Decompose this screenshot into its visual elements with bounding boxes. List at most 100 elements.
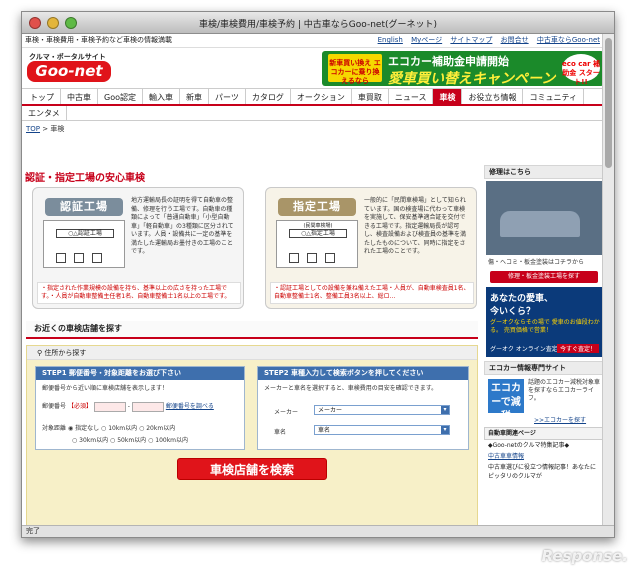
nav-catalog[interactable]: カタログ <box>246 89 291 104</box>
global-nav-row2: エンタメ <box>22 106 604 121</box>
chevron-down-icon: ▾ <box>441 426 449 434</box>
sidebar: 修理はこちら 傷・ヘコミ・板金塗装はコチラから 修理・板金塗装工場を探す あなた… <box>484 165 604 527</box>
nav-community[interactable]: コミュニティ <box>523 89 584 104</box>
required-mark: 【必須】 <box>67 403 92 410</box>
nav-import[interactable]: 輸入車 <box>143 89 180 104</box>
garage-subtitle: (民間車検場) <box>303 223 333 229</box>
nav-buyback[interactable]: 車買取 <box>352 89 389 104</box>
zip-label: 郵便番号 <box>42 403 67 410</box>
eco-tax-badge[interactable]: エコカーで減税 <box>488 379 524 422</box>
main-content: 認証・指定工場の安心車検 認証工場 ○△認証工場 地方運輸局長の証明を得て自動車… <box>22 165 482 527</box>
radio-label: 指定なし <box>75 425 100 432</box>
garage-door-icon <box>307 253 317 263</box>
link-sitemap[interactable]: サイトマップ <box>450 36 492 44</box>
garage-door-icon <box>325 253 335 263</box>
status-bar: 完了 <box>22 525 614 537</box>
repair-text: 傷・ヘコミ・板金塗装はコチラから <box>488 259 585 266</box>
radius-label: 対象距離 <box>42 425 67 432</box>
related-text: 中古車選びに役立つ情報記事！あなたにピッタリのクルマが <box>488 464 597 480</box>
vertical-scrollbar[interactable] <box>602 34 614 527</box>
breadcrumb-sep: > <box>42 125 49 133</box>
step2-panel: STEP2 車種入力して検索ボタンを押してください メーカーと車名を選択すると、… <box>257 366 469 450</box>
top-bar: 車検・車検費用・車検予約など車検の情報満載 English Myページ サイトマ… <box>22 34 604 48</box>
garage-illustration: (民間車検場) ○△指定工場 <box>276 220 358 268</box>
page-title: 認証・指定工場の安心車検 <box>25 173 145 184</box>
eco-link[interactable]: >>エコカーを探す <box>534 415 586 424</box>
radio-label: 100km以内 <box>155 437 189 444</box>
car-select-value: 車名 <box>318 427 331 434</box>
zip-lookup-link[interactable]: 郵便番号を調べる <box>166 403 214 410</box>
designated-garage-card: 指定工場 (民間車検場) ○△指定工場 一般的に「民間車検場」として知られていま… <box>265 187 477 309</box>
step1-title: STEP1 郵便番号・対象距離をお選び下さい <box>36 367 244 380</box>
nav-goo-certified[interactable]: Goo認定 <box>98 89 143 104</box>
search-header: ⚲ 住所から探す <box>27 346 477 360</box>
nav-useful-info[interactable]: お役立ち情報 <box>462 89 524 104</box>
nav-used-car[interactable]: 中古車 <box>61 89 98 104</box>
maker-label: メーカー <box>274 409 299 416</box>
zip-separator: - <box>127 403 130 410</box>
nav-news[interactable]: ニュース <box>389 89 434 104</box>
link-contact[interactable]: お問合せ <box>501 36 529 44</box>
link-goo-net[interactable]: 中古車ならGoo-net <box>537 36 600 44</box>
banner-badge: 新車買い換え エコカーに乗り換えるなら <box>328 54 382 85</box>
link-english[interactable]: English <box>378 36 403 44</box>
zip-input-second[interactable] <box>131 401 164 412</box>
eco-car-campaign-banner[interactable]: 新車買い換え エコカーに乗り換えるなら エコカー補助金申請開始 愛車買い替えキャ… <box>322 51 604 86</box>
breadcrumb-current: 車検 <box>50 125 65 133</box>
garage-door-icon <box>56 253 66 263</box>
radio-label: 20km以内 <box>146 425 176 432</box>
scroll-thumb[interactable] <box>605 38 612 168</box>
step1-hint: 郵便番号から近い順に車検店舗を表示します！ <box>42 385 169 392</box>
step1-panel: STEP1 郵便番号・対象距離をお選び下さい 郵便番号から近い順に車検店舗を表示… <box>35 366 245 450</box>
garage-door-icon <box>92 253 102 263</box>
search-shops-button[interactable]: 車検店舗を検索 <box>177 458 327 480</box>
related-subheading: ◆Goo-netのクルマ特集記事◆ <box>488 442 570 449</box>
banner-seal: eco car 補助金 スタート!! <box>562 54 600 86</box>
related-heading: 自動車関連ページ <box>484 427 604 440</box>
web-page: 車検・車検費用・車検予約など車検の情報満載 English Myページ サイトマ… <box>22 34 604 527</box>
maker-select-value: メーカー <box>318 407 343 414</box>
eco-box: エコカーで減税 話題のエコカー減税対象車を探すならエコカーライフ。 >>エコカー… <box>484 375 604 427</box>
title-bar: 車検/車検費用/車検予約 | 中古車ならGoo-net(グーネット) <box>22 12 614 34</box>
nav-entertainment[interactable]: エンタメ <box>22 106 67 121</box>
nav-auction[interactable]: オークション <box>291 89 352 104</box>
car-select[interactable]: 車名 ▾ <box>314 425 450 435</box>
card-description: 一般的に「民間車検場」として知られています。国の検査場に代わって車検を実施して、… <box>364 197 467 255</box>
search-header-label: 住所から探す <box>44 349 87 357</box>
nav-shaken[interactable]: 車検 <box>433 89 463 104</box>
nav-parts[interactable]: パーツ <box>209 89 246 104</box>
banner-line1: エコカー補助金申請開始 <box>388 55 509 68</box>
link-mypage[interactable]: Myページ <box>411 36 442 44</box>
ad-line1: あなたの愛車、 <box>490 294 554 304</box>
certified-garage-card: 認証工場 ○△認証工場 地方運輸局長の証明を得て自動車の整備、修理を行う工場です… <box>32 187 244 309</box>
nav-new-car[interactable]: 新車 <box>180 89 209 104</box>
garage-sign: ○△指定工場 <box>289 229 347 238</box>
find-repair-shop-button[interactable]: 修理・板金塗装工場を探す <box>490 271 598 283</box>
top-links: English Myページ サイトマップ お問合せ 中古車ならGoo-net <box>372 34 600 47</box>
zip-input-first[interactable] <box>93 401 126 412</box>
repair-photo[interactable] <box>486 181 602 255</box>
goo-net-logo[interactable]: Goo-net <box>27 61 111 82</box>
breadcrumb-top[interactable]: TOP <box>26 125 40 133</box>
ad-line2: 今いくら？ <box>490 307 536 317</box>
card-note: ・指定された作業規模の設備を持ち、基準以上の広さを持った工場です。・人員が自動車… <box>37 282 241 304</box>
step2-hint: メーカーと車名を選択すると、車検費用の目安を確認できます。 <box>264 385 438 392</box>
maker-select[interactable]: メーカー ▾ <box>314 405 450 415</box>
ad-line3: グーオクならその場で 愛車のお値段わかる。 売買価格で営業！ <box>490 319 600 334</box>
car-label: 車名 <box>274 429 287 436</box>
step2-title: STEP2 車種入力して検索ボタンを押してください <box>258 367 468 380</box>
eco-heading: エコカー情報専門サイト <box>484 361 604 375</box>
related-link[interactable]: 中古車車情報 <box>484 451 604 462</box>
garage-sign: ○△認証工場 <box>56 229 114 238</box>
eco-text: 話題のエコカー減税対象車を探すならエコカーライフ。 <box>528 379 601 402</box>
goo-auction-ad[interactable]: あなたの愛車、 今いくら？ グーオクならその場で 愛車のお値段わかる。 売買価格… <box>486 287 602 357</box>
site-header: クルマ・ポータルサイト Goo-net 新車買い換え エコカーに乗り換えるなら … <box>22 48 604 88</box>
card-label: 認証工場 <box>45 198 123 216</box>
nav-top[interactable]: トップ <box>24 89 61 104</box>
card-note: ・認証工場としての設備を兼ね備えた工場・人員が、自動車検査員1名、自動車整備士1… <box>270 282 474 304</box>
breadcrumb: TOP > 車検 <box>22 121 604 137</box>
browser-window: 車検/車検費用/車検予約 | 中古車ならGoo-net(グーネット) 車検・車検… <box>21 11 615 538</box>
garage-door-icon <box>74 253 84 263</box>
radio-label: 30km以内 <box>79 437 109 444</box>
window-title: 車検/車検費用/車検予約 | 中古車ならGoo-net(グーネット) <box>198 20 437 30</box>
